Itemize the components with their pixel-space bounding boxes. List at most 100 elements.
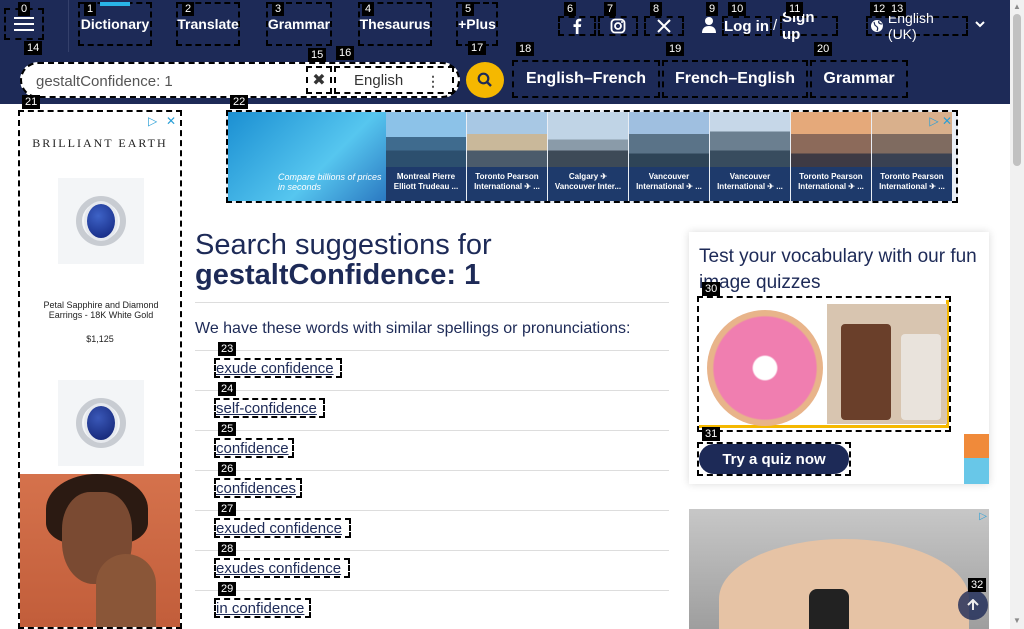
element-badge: 5	[462, 2, 475, 16]
dictionary-selector-label: English	[354, 71, 404, 89]
subnav-grammar[interactable]: Grammar	[810, 60, 908, 98]
element-badge: 19	[666, 42, 685, 56]
ad-product-caption: Petal Sapphire and Diamond Earrings - 18…	[43, 300, 159, 320]
ad-choices-icon[interactable]: ▷ ✕	[929, 114, 952, 128]
element-badge: 4	[362, 2, 375, 16]
quiz-panel: Test your vocabulary with our fun image …	[689, 232, 989, 484]
element-badge: 21	[22, 95, 41, 109]
clear-icon: ✖	[312, 72, 326, 89]
element-badge: 12	[870, 2, 889, 16]
search-submit-button[interactable]	[466, 62, 504, 98]
suggestion-link[interactable]: exuded confidence	[214, 518, 351, 538]
element-badge: 7	[604, 2, 617, 16]
ring-image-2	[58, 380, 144, 466]
element-badge: 8	[650, 2, 663, 16]
x-link[interactable]	[644, 16, 684, 36]
close-icon[interactable]: ✕	[166, 114, 176, 128]
element-badge: 23	[218, 342, 237, 356]
x-icon	[657, 19, 671, 33]
suggestions-intro: We have these words with similar spellin…	[195, 320, 631, 337]
globe-icon	[870, 20, 883, 32]
suggestion-link[interactable]: confidences	[214, 478, 302, 498]
search-input[interactable]	[36, 70, 306, 92]
banner-destination[interactable]: Toronto Pearson International ✈ ...	[791, 112, 871, 201]
element-badge: 25	[218, 422, 237, 436]
nav-divider	[68, 0, 69, 52]
element-badge: 17	[468, 41, 487, 55]
facebook-icon	[573, 18, 582, 34]
try-quiz-button[interactable]: Try a quiz now	[697, 442, 851, 476]
ring-image-1	[58, 178, 144, 264]
banner-hero-text: Compare billions of prices in seconds	[278, 172, 382, 192]
login-separator: /	[773, 17, 778, 34]
language-selector[interactable]: English (UK)	[866, 10, 968, 42]
dictionary-selector[interactable]: English ⋮	[334, 66, 454, 94]
element-badge: 20	[814, 42, 833, 56]
banner-hero-image: Compare billions of prices in seconds	[228, 112, 386, 201]
element-badge: 26	[218, 462, 237, 476]
suggestion-link[interactable]: self-confidence	[214, 398, 325, 418]
quiz-title: Test your vocabulary with our fun image …	[699, 246, 977, 293]
banner-destination[interactable]: Vancouver International ✈ ...	[629, 112, 709, 201]
kebab-icon: ⋮	[426, 73, 440, 89]
scroll-up-icon[interactable]: ▲	[1013, 2, 1021, 11]
element-badge: 6	[564, 2, 577, 16]
scroll-down-icon[interactable]: ▼	[1013, 616, 1021, 625]
element-badge: 11	[786, 2, 804, 16]
banner-destination[interactable]: Montreal Pierre Elliott Trudeau ...	[386, 112, 466, 201]
scrollbar-thumb[interactable]	[1013, 14, 1021, 166]
left-sidebar-ad[interactable]: ▷ ✕ BRILLIANT EARTH Petal Sapphire and D…	[18, 110, 182, 629]
divider	[195, 302, 669, 303]
ad-product-price: $1,125	[86, 334, 114, 344]
side-tab-blue[interactable]	[964, 458, 989, 484]
search-icon	[477, 72, 492, 87]
quiz-image[interactable]	[697, 296, 951, 432]
signup-link[interactable]: Sign up	[780, 9, 838, 43]
scroll-to-top-button[interactable]	[958, 590, 988, 620]
instagram-icon	[610, 18, 626, 34]
side-tab-orange[interactable]	[964, 434, 989, 458]
element-badge: 0	[18, 2, 31, 16]
element-badge: 18	[516, 42, 535, 56]
subnav-english-french[interactable]: English–French	[512, 60, 660, 98]
banner-destination[interactable]: Vancouver International ✈ ...	[710, 112, 790, 201]
element-badge: 22	[230, 95, 249, 109]
instagram-link[interactable]	[598, 16, 638, 36]
page-title: Search suggestions for gestaltConfidence…	[195, 230, 665, 290]
search-box: ✖ English ⋮	[20, 62, 460, 98]
facebook-link[interactable]	[558, 16, 596, 36]
milkshake-image	[827, 304, 947, 424]
divider	[195, 350, 669, 351]
chevron-down-icon[interactable]	[974, 19, 986, 29]
login-link[interactable]: Log in	[722, 16, 772, 36]
suggestion-link[interactable]: exude confidence	[214, 358, 342, 378]
element-badge: 31	[702, 427, 721, 441]
ad-device-image	[809, 589, 849, 629]
element-badge: 2	[182, 2, 195, 16]
top-banner-ad[interactable]: Compare billions of prices in seconds Mo…	[226, 110, 958, 203]
suggestion-link[interactable]: in confidence	[214, 598, 311, 618]
element-badge: 14	[24, 41, 43, 55]
suggestion-link[interactable]: exudes confidence	[214, 558, 350, 578]
banner-destination[interactable]: Calgary ✈ Vancouver Inter...	[548, 112, 628, 201]
ad-choices-icon[interactable]: ▷	[979, 511, 987, 522]
clear-search-button[interactable]: ✖	[306, 66, 332, 94]
element-badge: 16	[336, 46, 355, 60]
page-scrollbar[interactable]: ▲ ▼	[1010, 0, 1024, 629]
banner-destination[interactable]: Toronto Pearson International ✈ ...	[467, 112, 547, 201]
bottom-right-ad[interactable]: ▷	[689, 509, 989, 629]
ad-choices-icon[interactable]: ▷	[148, 114, 157, 128]
element-badge: 13	[888, 2, 907, 16]
search-bar: ✖ English ⋮ English–French French–Englis…	[0, 52, 1010, 104]
subnav-french-english[interactable]: French–English	[662, 60, 808, 98]
user-icon	[702, 17, 716, 33]
headline-query: gestaltConfidence: 1	[195, 259, 481, 291]
element-badge: 30	[702, 282, 721, 296]
element-badge: 27	[218, 502, 237, 516]
donut-image	[707, 310, 823, 426]
suggestion-link[interactable]: confidence	[214, 438, 294, 458]
element-badge: 3	[272, 2, 285, 16]
ad-model-image	[20, 474, 180, 627]
element-badge: 9	[706, 2, 719, 16]
element-badge: 10	[728, 2, 747, 16]
